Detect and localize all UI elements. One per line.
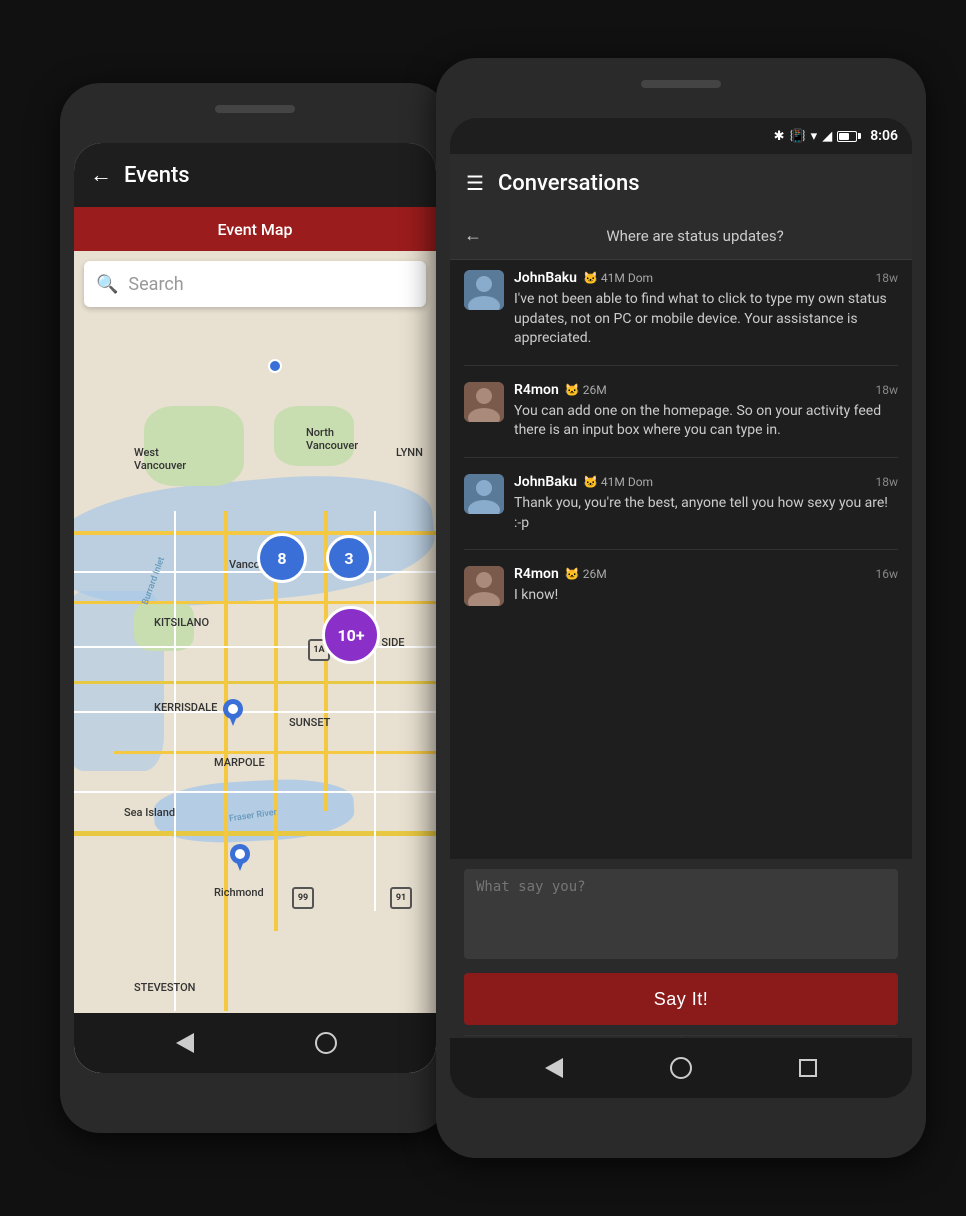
search-icon: 🔍 <box>96 274 118 295</box>
message-text: Thank you, you're the best, anyone tell … <box>514 494 898 533</box>
reply-input[interactable] <box>464 869 898 959</box>
divider <box>464 457 898 458</box>
right-menu-button[interactable] <box>794 1054 822 1082</box>
search-bar[interactable]: 🔍 Search <box>84 261 426 307</box>
message-row: JohnBaku 🐱 41M Dom 18w I've not been abl… <box>464 270 898 349</box>
message-meta: R4mon 🐱 26M 16w <box>514 566 898 582</box>
status-icons: ✱ 📳 ▾ ◢ 8:06 <box>774 128 898 144</box>
right-app-header: ☰ Conversations <box>450 154 912 212</box>
message-content: JohnBaku 🐱 41M Dom 18w Thank you, you're… <box>514 474 898 533</box>
thread-question: Where are status updates? <box>492 227 898 245</box>
sender-tag: 🐱 26M <box>565 383 607 397</box>
bluetooth-icon: ✱ <box>774 129 785 144</box>
avatar <box>464 474 504 514</box>
right-nav-bar <box>450 1038 912 1098</box>
message-content: R4mon 🐱 26M 18w You can add one on the h… <box>514 382 898 441</box>
sender-name: R4mon <box>514 566 559 582</box>
messages-area: JohnBaku 🐱 41M Dom 18w I've not been abl… <box>450 260 912 859</box>
left-speaker <box>215 105 295 113</box>
avatar <box>464 382 504 422</box>
message-time: 18w <box>875 383 898 397</box>
vibrate-icon: 📳 <box>789 129 805 144</box>
left-back-button[interactable] <box>171 1029 199 1057</box>
home-icon <box>670 1057 692 1079</box>
menu-icon[interactable]: ☰ <box>466 171 484 195</box>
map-pin-3[interactable] <box>229 843 251 871</box>
thread-header: ← Where are status updates? <box>450 212 912 260</box>
back-icon <box>545 1058 563 1078</box>
divider <box>464 365 898 366</box>
back-button[interactable]: ← <box>90 162 112 188</box>
left-home-button[interactable] <box>312 1029 340 1057</box>
event-map-tab[interactable]: Event Map <box>74 207 436 251</box>
phone-right: ✱ 📳 ▾ ◢ 8:06 ☰ <box>436 58 926 1158</box>
sender-name: JohnBaku <box>514 474 577 490</box>
message-row: R4mon 🐱 26M 18w You can add one on the h… <box>464 382 898 441</box>
map-pin-1[interactable] <box>268 359 282 373</box>
message-content: JohnBaku 🐱 41M Dom 18w I've not been abl… <box>514 270 898 349</box>
message-text: I know! <box>514 586 898 606</box>
status-time: 8:06 <box>870 128 898 144</box>
sender-tag: 🐱 41M Dom <box>583 271 653 285</box>
menu-square-icon <box>799 1059 817 1077</box>
map-pin-2[interactable] <box>222 698 244 726</box>
message-time: 18w <box>875 475 898 489</box>
right-home-button[interactable] <box>667 1054 695 1082</box>
message-row: JohnBaku 🐱 41M Dom 18w Thank you, you're… <box>464 474 898 533</box>
cluster-count: 8 <box>277 549 286 568</box>
message-row: R4mon 🐱 26M 16w I know! <box>464 566 898 606</box>
cluster-3[interactable]: 3 <box>326 535 372 581</box>
sender-tag: 🐱 26M <box>565 567 607 581</box>
message-text: You can add one on the homepage. So on y… <box>514 402 898 441</box>
message-meta: JohnBaku 🐱 41M Dom 18w <box>514 474 898 490</box>
message-meta: R4mon 🐱 26M 18w <box>514 382 898 398</box>
message-time: 18w <box>875 271 898 285</box>
message-text: I've not been able to find what to click… <box>514 290 898 349</box>
app-title: Conversations <box>498 171 640 196</box>
map-container[interactable]: 1A 99 91 WestVancouver NorthVancouver LY… <box>74 251 436 1073</box>
status-bar: ✱ 📳 ▾ ◢ 8:06 <box>450 118 912 154</box>
sender-name: R4mon <box>514 382 559 398</box>
thread-back-button[interactable]: ← <box>464 225 482 246</box>
battery-icon <box>837 131 861 142</box>
phone-left: ← Events Event Map <box>60 83 450 1133</box>
message-content: R4mon 🐱 26M 16w I know! <box>514 566 898 606</box>
search-input[interactable]: Search <box>128 274 183 295</box>
sender-tag: 🐱 41M Dom <box>583 475 653 489</box>
right-screen: ✱ 📳 ▾ ◢ 8:06 ☰ <box>450 118 912 1098</box>
signal-icon: ◢ <box>822 129 832 144</box>
highway-badge-91: 91 <box>390 887 412 909</box>
right-back-button[interactable] <box>540 1054 568 1082</box>
message-meta: JohnBaku 🐱 41M Dom 18w <box>514 270 898 286</box>
right-speaker <box>641 80 721 88</box>
back-icon <box>176 1033 194 1053</box>
page-title: Events <box>124 163 190 188</box>
divider <box>464 549 898 550</box>
sender-name: JohnBaku <box>514 270 577 286</box>
cluster-10plus[interactable]: 10+ <box>322 606 380 664</box>
avatar <box>464 566 504 606</box>
message-time: 16w <box>875 567 898 581</box>
avatar <box>464 270 504 310</box>
left-screen: ← Events Event Map <box>74 143 436 1073</box>
cluster-8[interactable]: 8 <box>257 533 307 583</box>
tab-label: Event Map <box>217 220 292 239</box>
cluster-count: 3 <box>344 549 353 568</box>
say-it-button[interactable]: Say It! <box>464 973 898 1025</box>
scene: ← Events Event Map <box>0 0 966 1216</box>
highway-badge-99: 99 <box>292 887 314 909</box>
left-nav-bar <box>74 1013 436 1073</box>
home-icon <box>315 1032 337 1054</box>
wifi-icon: ▾ <box>811 129 818 144</box>
cluster-count: 10+ <box>337 626 364 645</box>
left-app-header: ← Events <box>74 143 436 207</box>
